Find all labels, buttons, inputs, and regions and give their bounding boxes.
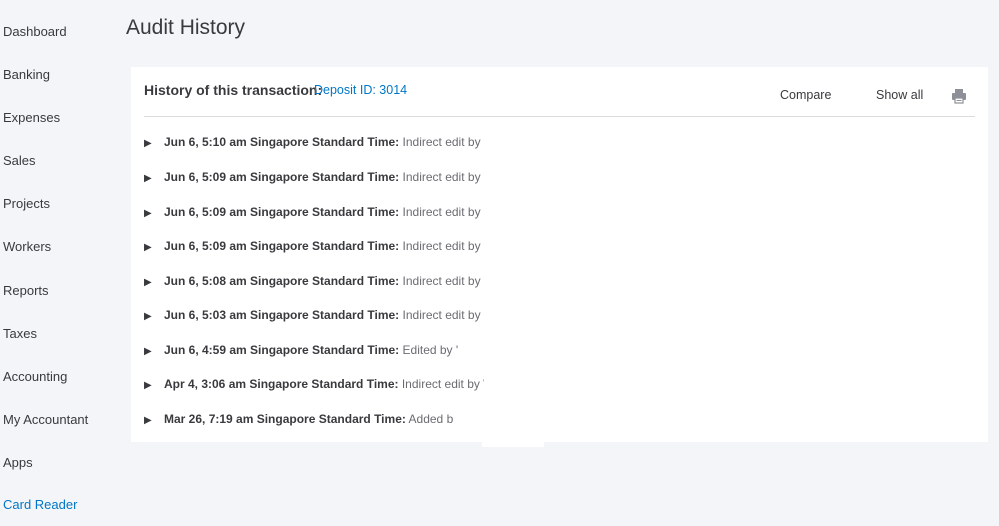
expand-arrow-icon: ▶	[144, 346, 152, 357]
row-description: Added b	[405, 412, 454, 426]
sidebar-item-banking[interactable]: Banking	[3, 67, 50, 82]
history-row[interactable]: ▶ Apr 4, 3:06 am Singapore Standard Time:…	[144, 377, 484, 397]
history-row[interactable]: ▶ Jun 6, 5:03 am Singapore Standard Time:…	[144, 308, 484, 328]
panel-header: History of this transaction: Deposit ID:…	[144, 67, 975, 117]
expand-arrow-icon: ▶	[144, 311, 152, 322]
row-timestamp: Jun 6, 4:59 am Singapore Standard Time:	[164, 343, 400, 357]
expand-arrow-icon: ▶	[144, 173, 152, 184]
sidebar-item-dashboard[interactable]: Dashboard	[3, 24, 67, 39]
history-row[interactable]: ▶ Jun 6, 5:10 am Singapore Standard Time:…	[144, 135, 484, 155]
row-description: Indirect edit by \	[399, 135, 484, 149]
audit-history-panel: History of this transaction: Deposit ID:…	[131, 67, 988, 447]
expand-arrow-icon: ▶	[144, 277, 152, 288]
row-timestamp: Apr 4, 3:06 am Singapore Standard Time:	[164, 377, 399, 391]
history-row[interactable]: ▶ Jun 6, 5:09 am Singapore Standard Time:…	[144, 170, 484, 190]
sidebar-item-expenses[interactable]: Expenses	[3, 110, 60, 125]
history-row[interactable]: ▶ Jun 6, 5:09 am Singapore Standard Time:…	[144, 239, 484, 259]
history-row[interactable]: ▶ Jun 6, 4:59 am Singapore Standard Time:…	[144, 343, 484, 363]
show-all-button[interactable]: Show all	[876, 88, 923, 102]
row-description: Indirect edit by \	[399, 308, 484, 322]
sidebar-item-reports[interactable]: Reports	[3, 283, 49, 298]
sidebar-item-apps[interactable]: Apps	[3, 455, 33, 470]
expand-arrow-icon: ▶	[144, 138, 152, 149]
row-description: Indirect edit by \	[398, 377, 484, 391]
row-description: Edited by '	[399, 343, 459, 357]
deposit-id-link[interactable]: Deposit ID: 3014	[314, 83, 407, 97]
page-title: Audit History	[126, 16, 246, 39]
row-timestamp: Jun 6, 5:08 am Singapore Standard Time:	[164, 274, 400, 288]
sidebar-item-card-reader[interactable]: Card Reader	[3, 497, 77, 512]
row-description: Indirect edit by \	[399, 274, 484, 288]
compare-button[interactable]: Compare	[780, 88, 831, 102]
history-row[interactable]: ▶ Mar 26, 7:19 am Singapore Standard Time…	[144, 412, 484, 432]
expand-arrow-icon: ▶	[144, 242, 152, 253]
sidebar-item-my-accountant[interactable]: My Accountant	[3, 412, 88, 427]
printer-icon-graphic	[952, 89, 966, 104]
row-timestamp: Jun 6, 5:10 am Singapore Standard Time:	[164, 135, 400, 149]
row-timestamp: Jun 6, 5:09 am Singapore Standard Time:	[164, 170, 400, 184]
row-timestamp: Mar 26, 7:19 am Singapore Standard Time:	[164, 412, 406, 426]
sidebar-item-taxes[interactable]: Taxes	[3, 326, 37, 341]
row-description: Indirect edit by \	[399, 170, 484, 184]
row-timestamp: Jun 6, 5:09 am Singapore Standard Time:	[164, 205, 400, 219]
printer-icon[interactable]	[950, 87, 968, 105]
expand-arrow-icon: ▶	[144, 380, 152, 391]
panel-edge-strip	[482, 442, 544, 447]
history-label: History of this transaction:	[144, 82, 323, 98]
sidebar-item-sales[interactable]: Sales	[3, 153, 36, 168]
row-description: Indirect edit by \	[399, 205, 484, 219]
expand-arrow-icon: ▶	[144, 208, 152, 219]
history-row[interactable]: ▶ Jun 6, 5:09 am Singapore Standard Time:…	[144, 205, 484, 225]
expand-arrow-icon: ▶	[144, 415, 152, 426]
row-timestamp: Jun 6, 5:03 am Singapore Standard Time:	[164, 308, 400, 322]
row-description: Indirect edit by \	[399, 239, 484, 253]
row-timestamp: Jun 6, 5:09 am Singapore Standard Time:	[164, 239, 400, 253]
sidebar-item-accounting[interactable]: Accounting	[3, 369, 67, 384]
sidebar-item-projects[interactable]: Projects	[3, 196, 50, 211]
sidebar: Dashboard Banking Expenses Sales Project…	[0, 0, 118, 526]
history-row[interactable]: ▶ Jun 6, 5:08 am Singapore Standard Time:…	[144, 274, 484, 294]
sidebar-item-workers[interactable]: Workers	[3, 239, 51, 254]
